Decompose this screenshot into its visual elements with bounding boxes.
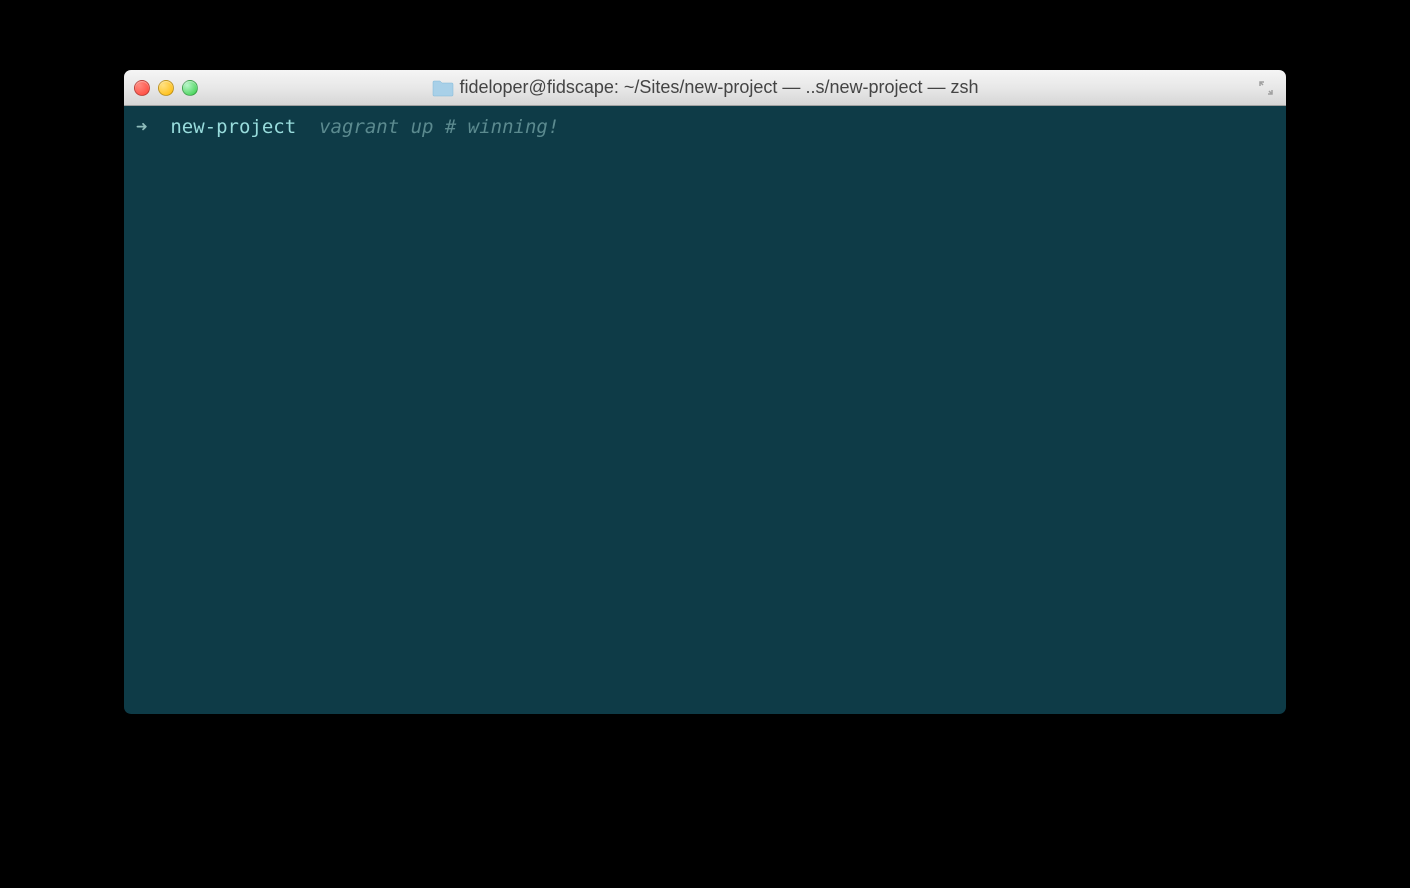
close-button[interactable] xyxy=(134,80,150,96)
title-center: fideloper@fidscape: ~/Sites/new-project … xyxy=(124,77,1286,98)
title-bar: fideloper@fidscape: ~/Sites/new-project … xyxy=(124,70,1286,106)
traffic-lights xyxy=(134,80,198,96)
zoom-button[interactable] xyxy=(182,80,198,96)
minimize-button[interactable] xyxy=(158,80,174,96)
command-input: vagrant up # winning! xyxy=(319,114,559,141)
fullscreen-button[interactable] xyxy=(1256,78,1276,98)
prompt-line: ➜ new-project vagrant up # winning! xyxy=(136,114,1274,141)
prompt-arrow-icon: ➜ xyxy=(136,114,147,141)
terminal-body[interactable]: ➜ new-project vagrant up # winning! xyxy=(124,106,1286,714)
terminal-window: fideloper@fidscape: ~/Sites/new-project … xyxy=(124,70,1286,714)
folder-icon xyxy=(432,79,454,97)
prompt-directory: new-project xyxy=(170,114,296,141)
window-title: fideloper@fidscape: ~/Sites/new-project … xyxy=(460,77,979,98)
